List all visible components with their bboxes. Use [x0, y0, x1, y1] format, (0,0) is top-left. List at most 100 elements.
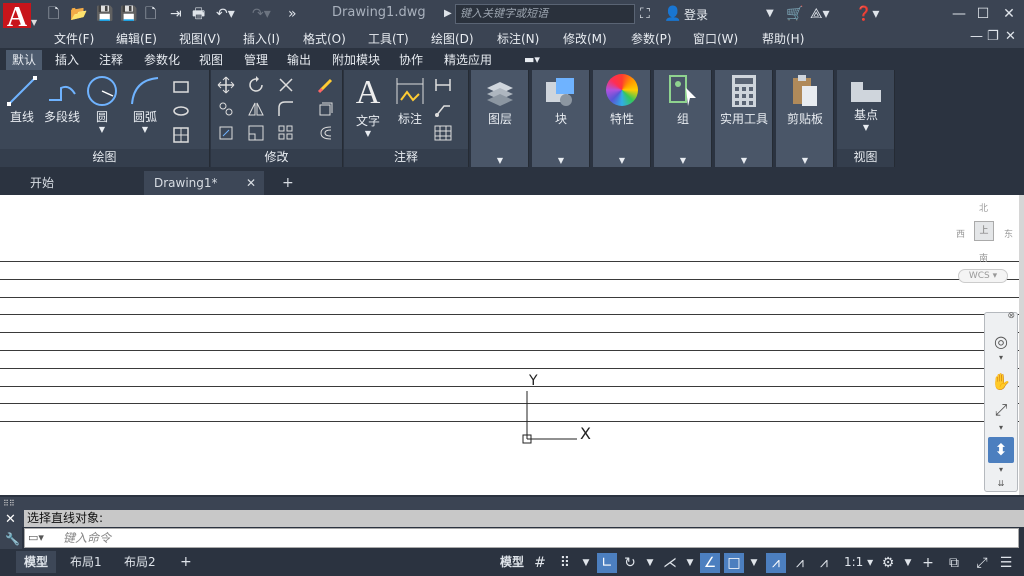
tab-layout1[interactable]: 布局1: [62, 551, 110, 573]
chevron-down-icon[interactable]: ▾: [988, 423, 1014, 433]
fullscreen-icon[interactable]: ⤢: [972, 553, 992, 573]
modify-panel-footer[interactable]: 修改: [211, 149, 342, 167]
auto-scale-icon[interactable]: ⩘: [790, 553, 810, 573]
tab-start[interactable]: 开始: [20, 171, 64, 195]
utilities-panel[interactable]: 实用工具 ▼: [715, 70, 773, 167]
drawn-line[interactable]: [0, 261, 1019, 262]
plot-icon[interactable]: 🖶: [192, 5, 205, 23]
copy-icon[interactable]: [217, 100, 235, 118]
viewcube[interactable]: 北 西 东 南 上: [952, 201, 1016, 271]
zoom-extents-icon[interactable]: ⤢: [988, 397, 1014, 423]
osnap-tracking-icon[interactable]: ∠: [700, 553, 720, 573]
move-icon[interactable]: [217, 76, 235, 94]
circle-tool[interactable]: 圆 ▼: [84, 74, 120, 134]
drawing-canvas[interactable]: Y X 北 西 东 南 上 WCS ▾: [0, 195, 1019, 495]
properties-panel[interactable]: 特性 ▼: [593, 70, 651, 167]
menu-window[interactable]: 窗口(W): [693, 30, 738, 47]
close-icon[interactable]: ✕: [5, 512, 16, 527]
tab-output[interactable]: 输出: [281, 50, 317, 70]
orbit-icon[interactable]: ⬍: [988, 437, 1014, 463]
add-layout-button[interactable]: +: [172, 551, 200, 573]
offset-icon[interactable]: [317, 124, 335, 142]
drawn-line[interactable]: [0, 386, 1019, 387]
text-tool[interactable]: A 文字 ▼: [350, 74, 386, 138]
drawn-line[interactable]: [0, 332, 1019, 333]
annotation-panel-footer[interactable]: 注释: [344, 149, 468, 167]
polar-icon[interactable]: ↻: [620, 553, 640, 573]
rectangle-icon[interactable]: [172, 78, 190, 96]
open-folder-icon[interactable]: 📂: [70, 5, 87, 23]
menu-icon[interactable]: ☰: [996, 553, 1016, 573]
chevron-down-icon[interactable]: ▾: [988, 353, 1014, 363]
save-as-icon[interactable]: 💾: [120, 5, 137, 23]
menu-help[interactable]: 帮助(H): [762, 30, 804, 47]
view-panel-footer[interactable]: 视图: [837, 149, 894, 167]
vertical-scrollbar[interactable]: [1019, 195, 1024, 495]
steering-wheel-icon[interactable]: ◎: [988, 329, 1014, 355]
new-file-icon[interactable]: 🗋: [48, 5, 59, 23]
scale-selector[interactable]: 1:1 ▾: [836, 551, 881, 573]
object-snap-icon[interactable]: □: [724, 553, 744, 573]
menu-draw[interactable]: 绘图(D): [431, 30, 474, 47]
cart-icon[interactable]: 🛒: [786, 5, 803, 23]
block-panel[interactable]: 块 ▼: [532, 70, 590, 167]
tab-drawing1[interactable]: Drawing1* ✕: [144, 171, 264, 195]
redo-icon[interactable]: ↷▾: [252, 5, 271, 23]
undo-icon[interactable]: ↶▾: [216, 5, 235, 23]
fillet-icon[interactable]: [277, 100, 295, 118]
linear-dim-icon[interactable]: [434, 76, 452, 94]
menu-modify[interactable]: 修改(M): [563, 30, 607, 47]
chevron-down-icon[interactable]: ▼: [744, 553, 764, 573]
ribbon-toggle-icon[interactable]: ▬▾: [518, 50, 546, 70]
command-input[interactable]: ▭▾ 键入命令: [24, 528, 1019, 548]
viewcube-top-face[interactable]: 上: [974, 221, 994, 241]
tab-parametric[interactable]: 参数化: [138, 50, 186, 70]
stretch-icon[interactable]: [217, 124, 235, 142]
doc-close-icon[interactable]: ✕: [1005, 29, 1016, 44]
user-icon[interactable]: 👤: [664, 5, 681, 23]
viewcube-south[interactable]: 南: [979, 251, 988, 264]
tab-addins[interactable]: 附加模块: [326, 50, 386, 70]
menu-format[interactable]: 格式(O): [303, 30, 346, 47]
gear-icon[interactable]: ⚙: [878, 553, 898, 573]
chevron-down-icon[interactable]: ▼: [766, 5, 774, 23]
isodraft-icon[interactable]: ⋌: [660, 553, 680, 573]
gradient-icon[interactable]: [172, 126, 190, 144]
caret-right-icon[interactable]: ▶: [444, 5, 452, 23]
grip-icon[interactable]: ⠿⠿: [3, 499, 15, 508]
pan-icon[interactable]: ✋: [988, 369, 1014, 395]
chevron-down-icon[interactable]: ▼: [898, 553, 918, 573]
layers-panel[interactable]: 图层 ▼: [471, 70, 529, 167]
annotation-visibility-icon[interactable]: ⩘: [766, 553, 786, 573]
menu-parametric[interactable]: 参数(P): [631, 30, 672, 47]
isolate-objects-icon[interactable]: ⧉: [944, 553, 964, 573]
login-link[interactable]: 登录: [684, 6, 708, 23]
menu-tools[interactable]: 工具(T): [368, 30, 409, 47]
minimize-button[interactable]: —: [948, 4, 970, 24]
chevron-down-icon[interactable]: ▼: [640, 553, 660, 573]
grid-icon[interactable]: #: [530, 553, 550, 573]
search-input[interactable]: 键入关键字或短语: [455, 4, 635, 24]
plus-icon[interactable]: +: [918, 553, 938, 573]
tab-layout2[interactable]: 布局2: [116, 551, 164, 573]
chevron-down-icon[interactable]: ▾: [988, 465, 1014, 475]
table-icon[interactable]: [434, 124, 452, 142]
chevron-down-icon[interactable]: ▼: [576, 553, 596, 573]
wrench-icon[interactable]: 🔧: [5, 532, 20, 546]
rotate-icon[interactable]: [247, 76, 265, 94]
snap-icon[interactable]: ⠿: [555, 553, 575, 573]
chevron-down-icon[interactable]: ▼: [680, 553, 700, 573]
a360-icon[interactable]: ⟁▾: [810, 5, 830, 23]
clipboard-panel[interactable]: 剪贴板 ▼: [776, 70, 834, 167]
scale-icon[interactable]: [247, 124, 265, 142]
annotation-scale-icon[interactable]: ⩘: [814, 553, 834, 573]
viewcube-north[interactable]: 北: [979, 201, 988, 214]
drawn-line[interactable]: [0, 368, 1019, 369]
tab-model[interactable]: 模型: [16, 551, 57, 573]
help-icon[interactable]: ❓▾: [855, 5, 879, 23]
viewcube-east[interactable]: 东: [1004, 227, 1013, 240]
drawn-line[interactable]: [0, 421, 1019, 422]
tab-featured-apps[interactable]: 精选应用: [438, 50, 498, 70]
tab-annotate[interactable]: 注释: [93, 50, 129, 70]
drawn-line[interactable]: [0, 314, 1019, 315]
